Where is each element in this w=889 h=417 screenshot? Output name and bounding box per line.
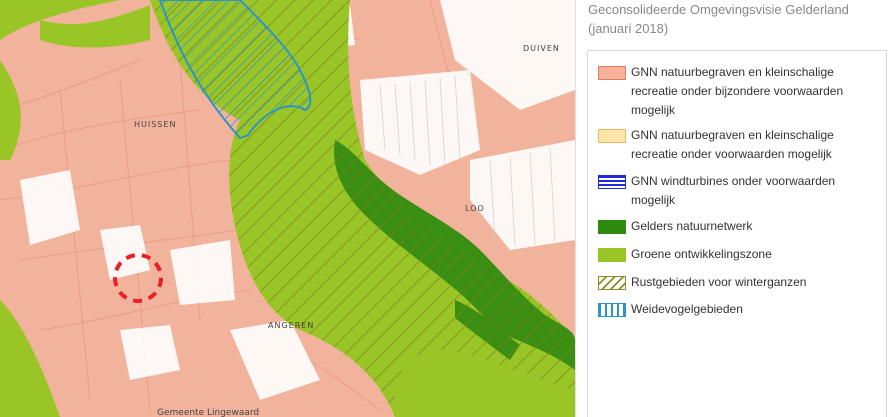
legend-swatch-meadow-birds (598, 303, 626, 317)
legend-item: GNN natuurbegraven en kleinschalige recr… (598, 63, 883, 121)
map-view[interactable]: HUISSEN DUIVEN LOO ANGEREN Gemeente Ling… (0, 0, 575, 417)
legend-label-line: mogelijk (631, 193, 676, 207)
legend-swatch-green-zone (598, 248, 626, 262)
legend-label: GNN natuurbegraven en kleinschalige recr… (631, 63, 881, 120)
legend-title-line: (januari 2018) (588, 21, 669, 36)
legend-label-line: recreatie onder voorwaarden mogelijk (631, 147, 832, 161)
legend-title-line: Geconsolideerde Omgevingsvisie Gelderlan… (588, 2, 849, 17)
legend-swatch-nature-burial (598, 129, 626, 143)
place-label-municipality: Gemeente Lingewaard (157, 408, 260, 417)
legend-label: GNN natuurbegraven en kleinschalige recr… (631, 126, 881, 164)
map-canvas[interactable] (0, 0, 575, 417)
legend-list: GNN natuurbegraven en kleinschalige recr… (587, 50, 887, 417)
legend-label: Groene ontwikkelingszone (631, 247, 772, 261)
legend-label-line: GNN natuurbegraven en kleinschalige (631, 65, 834, 79)
legend-item: Weidevogelgebieden (598, 300, 883, 319)
legend-item: Gelders natuurnetwerk (598, 217, 883, 236)
legend-label: Rustgebieden voor winterganzen (631, 275, 807, 289)
legend-label-line: GNN natuurbegraven en kleinschalige (631, 128, 834, 142)
legend-title: Geconsolideerde Omgevingsvisie Gelderlan… (588, 0, 888, 38)
legend-label: Gelders natuurnetwerk (631, 219, 753, 233)
place-label-duiven: DUIVEN (523, 44, 560, 53)
legend-item: Rustgebieden voor winterganzen (598, 273, 883, 292)
legend-panel: Geconsolideerde Omgevingsvisie Gelderlan… (575, 0, 889, 417)
legend-swatch-nature-burial-special (598, 66, 626, 80)
legend-label: Weidevogelgebieden (631, 302, 743, 316)
legend-label-line: recreatie onder bijzondere voorwaarden (631, 84, 844, 98)
legend-label-line: GNN windturbines onder voorwaarden (631, 174, 836, 188)
legend-label: GNN windturbines onder voorwaarden mogel… (631, 172, 881, 210)
legend-item: GNN windturbines onder voorwaarden mogel… (598, 172, 883, 210)
legend-item: Groene ontwikkelingszone (598, 245, 883, 264)
legend-swatch-nature-network (598, 220, 626, 234)
place-label-angeren: ANGEREN (268, 321, 315, 330)
legend-label-line: mogelijk (631, 103, 676, 117)
legend-swatch-winter-geese (598, 276, 626, 290)
place-label-huissen: HUISSEN (134, 120, 177, 129)
legend-swatch-wind-turbines (598, 175, 626, 189)
legend-item: GNN natuurbegraven en kleinschalige recr… (598, 126, 883, 164)
place-label-loo: LOO (465, 204, 485, 213)
